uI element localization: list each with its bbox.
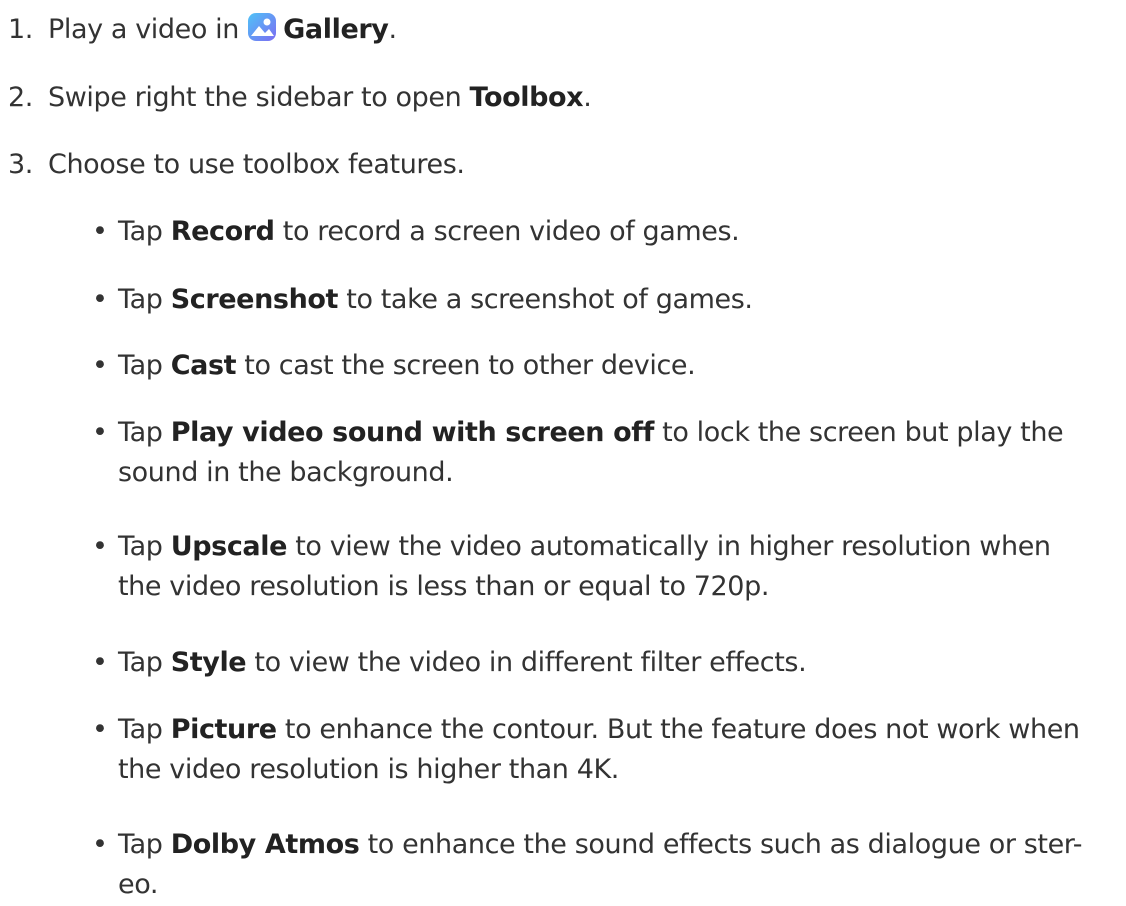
bullet-text: to record a screen video of games.: [274, 216, 740, 247]
list-item-upscale: • Tap Upscale to view the video automati…: [92, 527, 1098, 607]
bullet-prefix: Tap: [118, 350, 171, 381]
bullet-bold-term: Upscale: [170, 531, 288, 562]
bullet-text: to cast the screen to other device.: [236, 350, 696, 381]
list-item-record: • Tap Record to record a screen video of…: [92, 212, 1098, 252]
step-text: Swipe right the sidebar to open: [48, 82, 470, 113]
bullet-text-cont: eo.: [118, 869, 159, 900]
step-bold-term: Toolbox: [469, 82, 584, 113]
bullet-prefix: Tap: [118, 714, 171, 745]
bullet-text-cont: the video resolution is higher than 4K.: [118, 754, 619, 785]
bullet-dot: •: [92, 284, 108, 315]
step-number: 1.: [8, 14, 33, 45]
bullet-bold-term: Record: [170, 216, 275, 247]
bullet-bold-term: Play video sound with screen off: [170, 417, 655, 448]
step-number: 3.: [8, 149, 33, 180]
step-1: 1. Play a video in Gallery.: [8, 10, 397, 50]
instructions-page: 1. Play a video in Gallery. 2. Swipe right…: [0, 0, 1126, 906]
bullet-bold-term: Dolby Atmos: [170, 829, 360, 860]
step-2: 2. Swipe right the sidebar to open Toolbo…: [8, 78, 592, 118]
bullet-text-cont: the video resolution is less than or equ…: [118, 571, 770, 602]
bullet-dot: •: [92, 531, 108, 562]
list-item-style: • Tap Style to view the video in differe…: [92, 643, 1098, 683]
bullet-text: to view the video in different filter ef…: [246, 647, 807, 678]
list-item-play-video-sound: • Tap Play video sound with screen off t…: [92, 413, 1098, 493]
bullet-dot: •: [92, 829, 108, 860]
bullet-text: to enhance the contour. But the feature …: [276, 714, 1080, 745]
list-item-dolby-atmos: • Tap Dolby Atmos to enhance the sound e…: [92, 825, 1098, 905]
bullet-prefix: Tap: [118, 531, 171, 562]
step-text-end: .: [388, 14, 397, 45]
bullet-prefix: Tap: [118, 647, 171, 678]
step-3: 3. Choose to use toolbox features.: [8, 145, 465, 185]
bullet-dot: •: [92, 350, 108, 381]
bullet-prefix: Tap: [118, 829, 171, 860]
step-text-end: .: [583, 82, 592, 113]
step-text: Play a video in: [48, 14, 248, 45]
bullet-dot: •: [92, 216, 108, 247]
bullet-bold-term: Cast: [170, 350, 237, 381]
bullet-prefix: Tap: [118, 284, 171, 315]
bullet-dot: •: [92, 417, 108, 448]
bullet-text: to lock the screen but play the: [653, 417, 1064, 448]
step-number: 2.: [8, 82, 33, 113]
gallery-app-icon: [247, 12, 277, 42]
bullet-text-cont: sound in the background.: [118, 457, 454, 488]
list-item-picture: • Tap Picture to enhance the contour. Bu…: [92, 710, 1098, 790]
step-text: Choose to use toolbox features.: [48, 149, 465, 180]
bullet-text: to view the video automatically in highe…: [287, 531, 1051, 562]
bullet-bold-term: Style: [170, 647, 247, 678]
bullet-prefix: Tap: [118, 417, 171, 448]
bullet-text: to enhance the sound effects such as dia…: [359, 829, 1083, 860]
list-item-cast: • Tap Cast to cast the screen to other d…: [92, 346, 1098, 386]
bullet-bold-term: Picture: [170, 714, 277, 745]
bullet-dot: •: [92, 714, 108, 745]
bullet-dot: •: [92, 647, 108, 678]
bullet-bold-term: Screenshot: [170, 284, 339, 315]
step-bold-term: Gallery: [283, 14, 389, 45]
bullet-prefix: Tap: [118, 216, 171, 247]
bullet-text: to take a screenshot of games.: [338, 284, 753, 315]
list-item-screenshot: • Tap Screenshot to take a screenshot of…: [92, 280, 1098, 320]
